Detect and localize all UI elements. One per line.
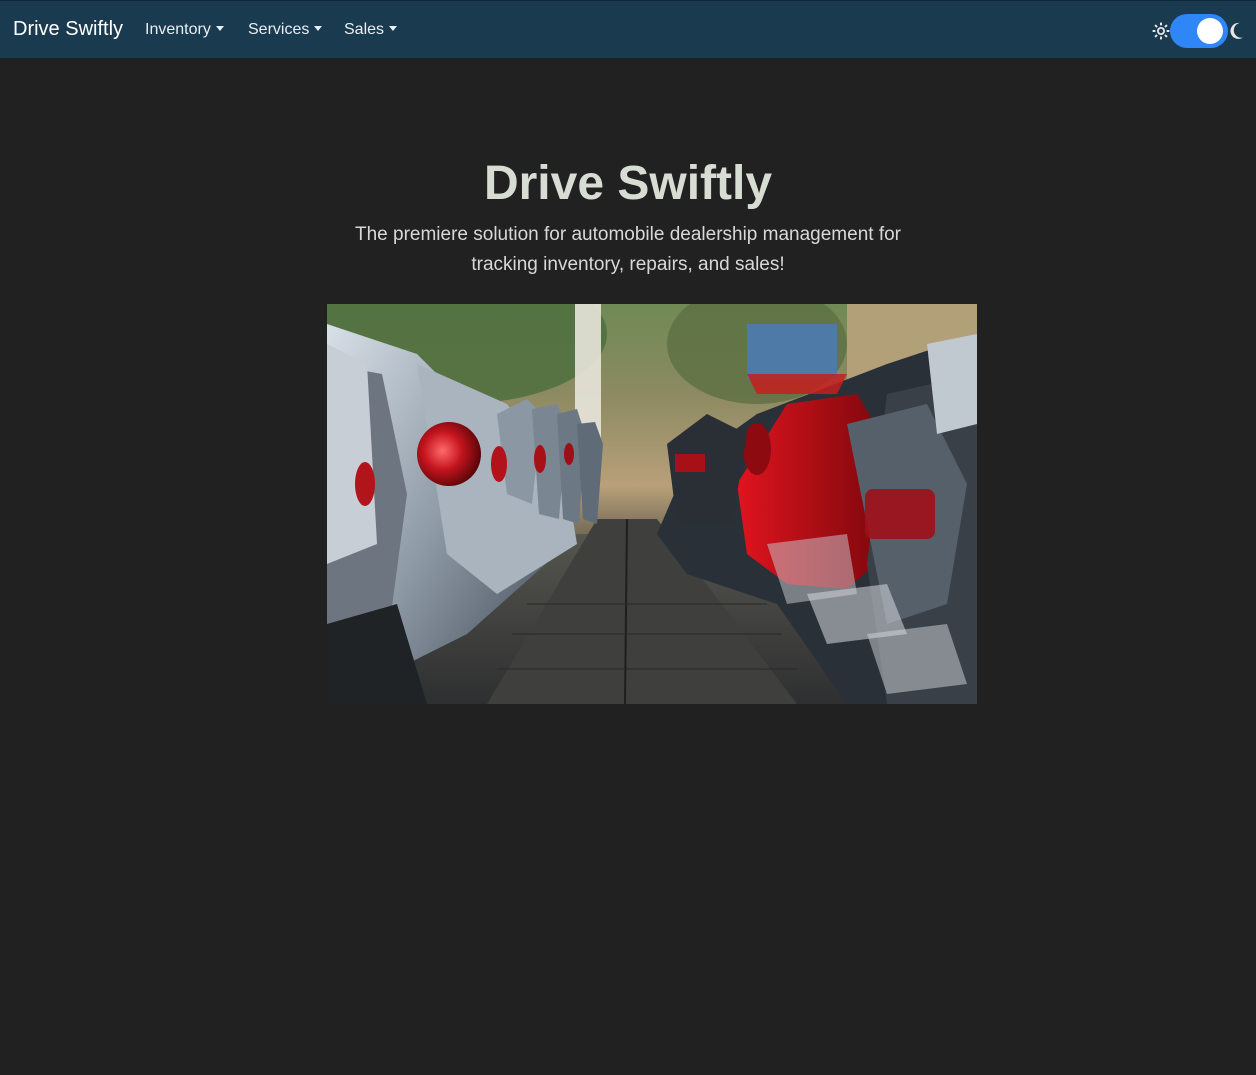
sun-icon — [1152, 22, 1170, 40]
theme-switch[interactable] — [1170, 14, 1228, 48]
top-navbar: Drive Swiftly Inventory Services Sales — [0, 0, 1256, 58]
theme-toggle[interactable] — [1152, 14, 1248, 48]
caret-down-icon — [314, 26, 323, 31]
car-lot-photo — [327, 304, 977, 704]
caret-down-icon — [389, 26, 398, 31]
nav-dropdown-label: Services — [248, 21, 310, 38]
nav-dropdown-services[interactable]: Services — [248, 21, 323, 39]
nav-dropdown-inventory[interactable]: Inventory — [145, 21, 224, 39]
nav-dropdown-label: Inventory — [145, 21, 211, 38]
hero-lead-text: The premiere solution for automobile dea… — [354, 224, 902, 275]
caret-down-icon — [215, 26, 224, 31]
nav-dropdown-sales[interactable]: Sales — [344, 21, 398, 39]
moon-icon — [1230, 22, 1243, 39]
navbar-brand[interactable]: Drive Swiftly — [13, 18, 123, 41]
hero-car-lot-image — [327, 304, 977, 704]
nav-dropdown-label: Sales — [344, 21, 385, 38]
hero-title: Drive Swiftly — [483, 157, 773, 210]
switch-knob — [1197, 18, 1223, 44]
